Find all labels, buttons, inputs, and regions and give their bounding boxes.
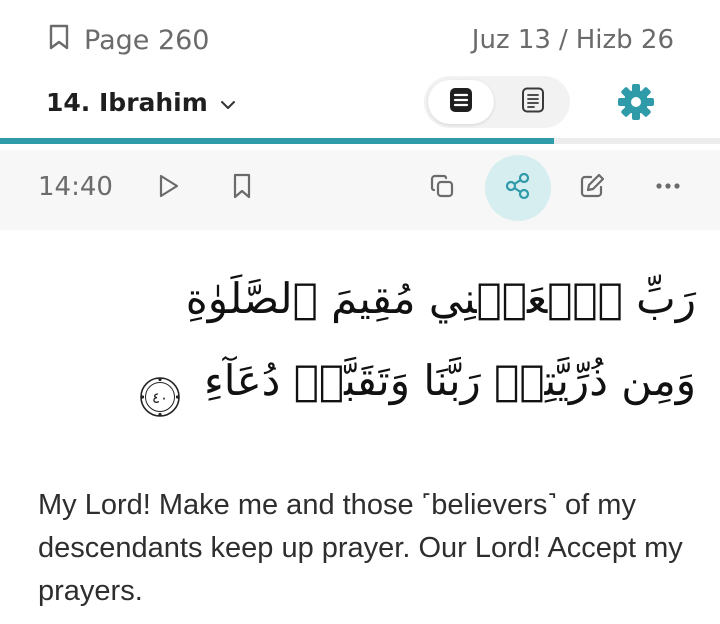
verse-arabic-text: رَبِّ ٱجۡعَلۡنِي مُقِيمَ ٱلصَّلَوٰةِ وَم… <box>120 258 696 422</box>
chevron-down-icon <box>220 88 236 117</box>
settings-button[interactable] <box>614 82 658 126</box>
hizb-label: Hizb 26 <box>575 25 674 55</box>
more-icon <box>654 172 682 204</box>
copy-icon <box>428 172 456 204</box>
surah-selector[interactable]: 14. Ibrahim <box>46 80 236 124</box>
bookmark-outline-icon <box>48 24 70 57</box>
share-button[interactable] <box>485 155 551 221</box>
juz-label: Juz 13 <box>471 25 551 55</box>
share-icon <box>503 171 533 205</box>
verse-arabic: رَبِّ ٱجۡعَلۡنِي مُقِيمَ ٱلصَّلَوٰةِ وَم… <box>185 274 696 405</box>
juz-hizb-separator: / <box>558 25 568 55</box>
list-icon <box>449 87 473 117</box>
page-number-label: Page 260 <box>84 24 210 56</box>
ayah-number-marker: ٤٠ <box>139 363 181 417</box>
verse-key-label[interactable]: 14:40 <box>38 172 113 202</box>
play-button[interactable] <box>146 166 190 210</box>
edit-note-icon <box>578 172 606 204</box>
ayah-number: ٤٠ <box>152 389 168 407</box>
gear-icon <box>616 82 656 126</box>
translation-mode-button[interactable] <box>428 80 494 124</box>
verse-translation: My Lord! Make me and those ˹believers˺ o… <box>38 489 683 607</box>
note-button[interactable] <box>570 166 614 210</box>
surah-name: 14. Ibrahim <box>46 87 208 117</box>
verse-action-bar: 14:40 <box>0 150 720 230</box>
more-button[interactable] <box>646 166 690 210</box>
bookmark-icon <box>228 172 256 204</box>
reading-mode-toggle <box>424 76 570 128</box>
juz-hizb-indicator: Juz 13 / Hizb 26 <box>472 20 674 60</box>
bookmark-button[interactable] <box>220 166 264 210</box>
reading-mode-button[interactable] <box>500 80 566 124</box>
page-icon <box>521 87 545 117</box>
page-indicator[interactable]: Page 260 <box>48 20 209 60</box>
play-icon <box>154 172 182 204</box>
copy-button[interactable] <box>420 166 464 210</box>
reading-progress-bar <box>0 138 720 144</box>
reading-progress-fill <box>0 138 555 144</box>
surah-row: 14. Ibrahim <box>0 76 720 132</box>
top-bar: Page 260 Juz 13 / Hizb 26 <box>0 0 720 76</box>
